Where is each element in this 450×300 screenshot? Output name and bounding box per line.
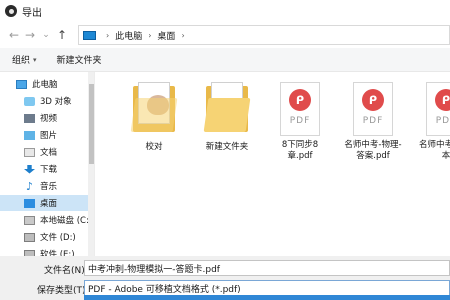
file-name: 校对: [145, 142, 163, 152]
breadcrumb-separator-icon: ›: [148, 30, 152, 40]
address-bar[interactable]: › 此电脑 › 桌面 ›: [78, 25, 450, 45]
sidebar-item-label: 文件 (D:): [40, 233, 76, 243]
sidebar-item-drive-e[interactable]: 软件 (E:): [0, 246, 94, 256]
sidebar-item-pictures[interactable]: 图片: [0, 127, 94, 143]
file-tile-folder[interactable]: 新建文件夹: [197, 78, 257, 174]
command-toolbar: 组织 ▾ 新建文件夹: [0, 48, 450, 72]
recent-locations-chevron-icon[interactable]: ⌄: [38, 26, 54, 44]
disk-icon: [24, 232, 35, 242]
sidebar-item-music[interactable]: ♪ 音乐: [0, 178, 94, 194]
file-name: 名师中考-物理-答案.pdf: [344, 140, 402, 161]
pdf-file-icon: ᑭ PDF: [280, 82, 320, 136]
breadcrumb-desktop[interactable]: 桌面: [157, 29, 175, 42]
file-list: 校对 新建文件夹 ᑭ PDF 8下同步8章.pdf ᑭ PDF 名师中考-物理-…: [96, 72, 450, 256]
title-bar: 导出: [0, 0, 450, 22]
sidebar-item-label: 此电脑: [32, 80, 58, 90]
sidebar-item-label: 音乐: [40, 182, 58, 192]
folder-icon: [203, 78, 251, 138]
chevron-down-icon: ▾: [33, 55, 37, 64]
navigation-pane: 此电脑 3D 对象 视频 图片 文档 下载 ♪ 音乐 桌面 本地磁盘 (C:) …: [0, 72, 95, 256]
file-tile-pdf[interactable]: ᑭ PDF 名师中考-课堂本: [416, 78, 450, 174]
organize-label: 组织: [12, 56, 31, 66]
sidebar-item-documents[interactable]: 文档: [0, 144, 94, 160]
file-name: 名师中考-课堂本: [418, 140, 450, 161]
organize-button[interactable]: 组织 ▾: [12, 53, 37, 67]
sidebar-item-this-pc[interactable]: 此电脑: [0, 76, 94, 92]
sidebar-item-drive-d[interactable]: 文件 (D:): [0, 229, 94, 245]
forward-arrow-icon[interactable]: →: [22, 26, 38, 44]
disk-icon: [24, 215, 35, 225]
filetype-select[interactable]: PDF - Adobe 可移植文档格式 (*.pdf): [84, 280, 450, 296]
pc-icon: [83, 30, 96, 40]
filename-input[interactable]: 中考冲刺-物理模拟一-答题卡.pdf: [84, 260, 450, 276]
pdf-file-icon: ᑭ PDF: [426, 82, 450, 136]
sidebar-item-label: 文档: [40, 148, 58, 158]
filetype-label: 保存类型(T):: [37, 286, 89, 296]
sidebar-item-label: 视频: [40, 114, 58, 124]
up-arrow-icon[interactable]: ↑: [54, 26, 70, 44]
pc-icon: [16, 79, 27, 89]
pictures-icon: [24, 130, 35, 140]
sidebar-item-3d-objects[interactable]: 3D 对象: [0, 93, 94, 109]
app-icon: [5, 5, 17, 17]
sidebar-item-downloads[interactable]: 下载: [0, 161, 94, 177]
sidebar-item-label: 软件 (E:): [40, 250, 75, 256]
file-tile-folder[interactable]: 校对: [124, 78, 184, 174]
desktop-icon: [24, 198, 35, 208]
window-title: 导出: [22, 7, 42, 19]
address-row: ← → ⌄ ↑ › 此电脑 › 桌面 ›: [0, 22, 450, 48]
pdf-file-icon: ᑭ PDF: [353, 82, 393, 136]
3d-objects-icon: [24, 96, 35, 106]
folder-icon: [130, 78, 178, 138]
music-icon: ♪: [25, 179, 34, 193]
sidebar-item-label: 3D 对象: [40, 97, 72, 107]
new-folder-button[interactable]: 新建文件夹: [57, 53, 102, 66]
sidebar-scrollbar-thumb[interactable]: [89, 84, 94, 164]
sidebar-item-desktop[interactable]: 桌面: [0, 195, 94, 211]
save-options-panel: 文件名(N): 中考冲刺-物理模拟一-答题卡.pdf 保存类型(T): PDF …: [0, 256, 450, 300]
file-tile-pdf[interactable]: ᑭ PDF 8下同步8章.pdf: [270, 78, 330, 174]
sidebar-item-label: 图片: [40, 131, 58, 141]
sidebar-item-drive-c[interactable]: 本地磁盘 (C:): [0, 212, 94, 228]
filetype-dropdown-highlight[interactable]: [84, 295, 450, 300]
download-icon: [24, 164, 35, 174]
breadcrumb-this-pc[interactable]: 此电脑: [115, 29, 142, 42]
sidebar-item-label: 本地磁盘 (C:): [40, 216, 93, 226]
video-icon: [24, 113, 35, 123]
sidebar-item-videos[interactable]: 视频: [0, 110, 94, 126]
documents-icon: [24, 147, 35, 157]
file-name: 新建文件夹: [205, 142, 249, 152]
filename-label: 文件名(N):: [44, 266, 88, 276]
file-name: 8下同步8章.pdf: [281, 140, 319, 161]
breadcrumb-separator-icon: ›: [181, 30, 185, 40]
sidebar-scrollbar[interactable]: [88, 72, 94, 256]
back-arrow-icon[interactable]: ←: [6, 26, 22, 44]
sidebar-item-label: 下载: [40, 165, 58, 175]
file-tile-pdf[interactable]: ᑭ PDF 名师中考-物理-答案.pdf: [343, 78, 403, 174]
sidebar-item-label: 桌面: [40, 199, 58, 209]
breadcrumb-separator-icon: ›: [106, 30, 110, 40]
